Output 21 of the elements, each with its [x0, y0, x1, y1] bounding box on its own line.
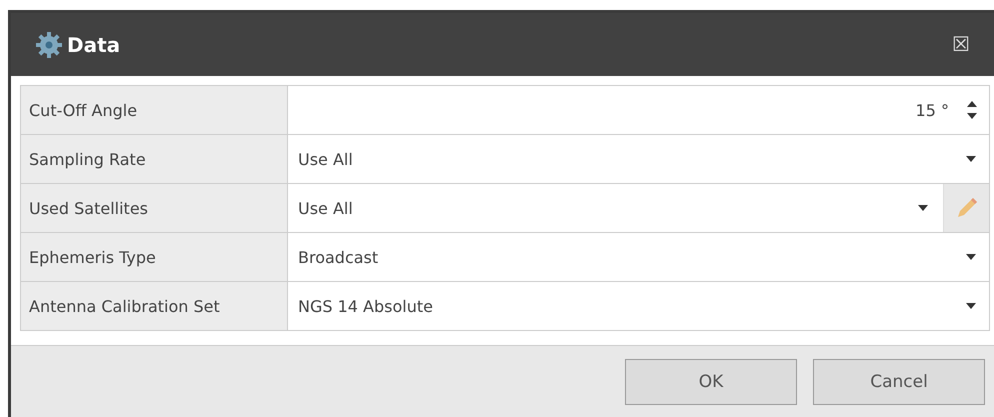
property-value[interactable]: Use All — [298, 150, 965, 168]
property-label: Antenna Calibration Set — [21, 282, 288, 330]
dialog-button[interactable]: OK — [625, 359, 797, 405]
property-label: Used Satellites — [21, 184, 288, 232]
dropdown-caret-icon[interactable] — [965, 155, 977, 163]
property-label: Ephemeris Type — [21, 233, 288, 281]
dropdown-caret-icon[interactable] — [965, 253, 977, 261]
property-value[interactable]: NGS 14 Absolute — [298, 296, 965, 316]
property-value[interactable]: 15 ° — [298, 100, 949, 120]
dialog-button[interactable]: Cancel — [813, 359, 985, 405]
property-value[interactable]: Broadcast — [298, 248, 965, 266]
spin-up-icon[interactable] — [967, 101, 977, 107]
spin-down-icon[interactable] — [967, 113, 977, 119]
close-button[interactable]: ☒ — [952, 32, 970, 57]
dropdown-caret-icon[interactable] — [965, 302, 977, 310]
property-value[interactable]: Use All — [298, 198, 917, 218]
property-label: Cut-Off Angle — [21, 86, 288, 134]
dropdown-caret-icon[interactable] — [917, 204, 929, 212]
window-title: Data — [67, 32, 122, 56]
property-label: Sampling Rate — [21, 135, 288, 183]
gear-icon — [35, 30, 63, 58]
